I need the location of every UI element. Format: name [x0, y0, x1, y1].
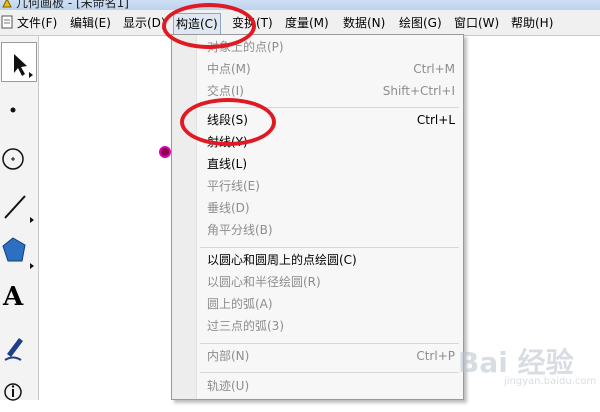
menu-item-angle-bisector[interactable]: 角平分线(B) — [207, 220, 455, 240]
straightedge-tool[interactable] — [1, 186, 37, 226]
menu-item-parallel-line[interactable]: 平行线(E) — [207, 176, 455, 196]
menu-item-circle-center-point[interactable]: 以圆心和圆周上的点绘圆(C) — [207, 250, 455, 270]
tool-options-indicator — [30, 263, 34, 269]
polygon-tool[interactable] — [1, 232, 37, 272]
circle-tool-icon — [2, 148, 24, 170]
watermark-text: Bai 经验 — [458, 346, 574, 379]
information-tool[interactable] — [1, 372, 37, 412]
info-icon — [4, 383, 22, 401]
marker-tool[interactable] — [1, 326, 37, 366]
title-bar: 几何画板 - [未命名1] — [0, 0, 600, 10]
menu-item-circle-center-radius[interactable]: 以圆心和半径绘圆(R) — [207, 272, 455, 292]
text-tool[interactable]: A — [1, 280, 37, 320]
menu-item-perpendicular-line[interactable]: 垂线(D) — [207, 198, 455, 218]
menu-item-arc-three-points[interactable]: 过三点的弧(3) — [207, 316, 455, 336]
menu-measure[interactable]: 度量(M) — [285, 15, 329, 31]
menu-item-arc-on-circle[interactable]: 圆上的弧(A) — [207, 294, 455, 314]
menu-gutter — [172, 35, 197, 399]
menu-bar: 文件(F) 编辑(E) 显示(D) 构造(C) 变换(T) 度量(M) 数据(N… — [0, 10, 600, 36]
compass-tool[interactable] — [1, 138, 37, 178]
menu-graph[interactable]: 绘图(G) — [399, 15, 442, 31]
document-icon — [1, 15, 13, 29]
toolbox: A — [0, 36, 39, 401]
text-tool-glyph: A — [3, 282, 24, 312]
menu-separator — [200, 107, 459, 108]
menu-item-midpoint[interactable]: 中点(M) Ctrl+M — [207, 59, 455, 79]
point-icon — [10, 107, 16, 113]
app-icon — [2, 0, 12, 8]
arrow-select-tool[interactable] — [1, 42, 37, 82]
tool-options-indicator — [29, 72, 33, 78]
menu-item-ray[interactable]: 射线(Y) — [207, 132, 455, 152]
menu-display[interactable]: 显示(D) — [123, 15, 166, 31]
menu-separator — [200, 247, 459, 248]
marker-icon — [4, 338, 23, 361]
menu-construct[interactable]: 构造(C) — [173, 13, 221, 35]
watermark: Bai 经验 jingyan.baidu.com — [458, 335, 600, 395]
menu-item-line[interactable]: 直线(L) — [207, 154, 455, 174]
menu-edit[interactable]: 编辑(E) — [70, 15, 111, 31]
window-title: 几何画板 - [未命名1] — [16, 0, 129, 10]
point-tool[interactable] — [1, 90, 37, 130]
menu-item-locus[interactable]: 轨迹(U) — [207, 376, 455, 396]
menu-separator — [200, 372, 459, 373]
menu-item-interior[interactable]: 内部(N) Ctrl+P — [207, 346, 455, 366]
menu-item-segment[interactable]: 线段(S) Ctrl+L — [207, 110, 455, 130]
menu-help[interactable]: 帮助(H) — [511, 15, 553, 31]
menu-window[interactable]: 窗口(W) — [454, 15, 499, 31]
menu-file[interactable]: 文件(F) — [17, 15, 57, 31]
menu-item-intersection[interactable]: 交点(I) Shift+Ctrl+I — [207, 81, 455, 101]
watermark-subtext: jingyan.baidu.com — [504, 376, 597, 387]
construct-menu: 对象上的点(P) 中点(M) Ctrl+M 交点(I) Shift+Ctrl+I 线… — [171, 34, 464, 400]
menu-item-point-on-object[interactable]: 对象上的点(P) — [207, 37, 455, 57]
menu-data[interactable]: 数据(N) — [343, 15, 385, 31]
menu-separator — [200, 343, 459, 344]
tool-options-indicator — [30, 217, 34, 223]
selected-point[interactable] — [159, 146, 171, 158]
menu-transform[interactable]: 变换(T) — [232, 15, 273, 31]
